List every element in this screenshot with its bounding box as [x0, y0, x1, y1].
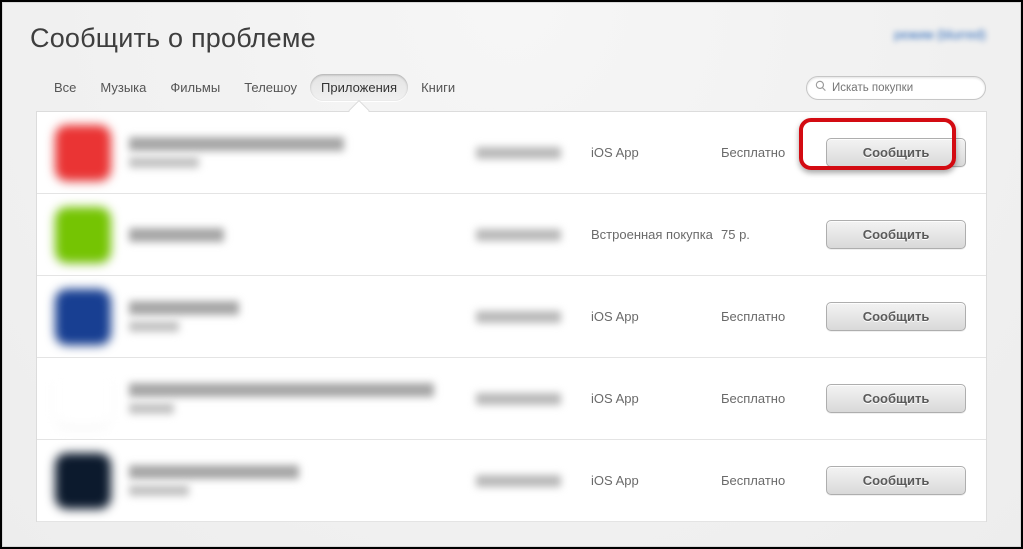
app-meta	[129, 301, 476, 332]
purchase-price: 75 р.	[721, 227, 811, 242]
app-meta	[129, 228, 476, 242]
purchase-price: Бесплатно	[721, 145, 811, 160]
purchase-price: Бесплатно	[721, 473, 811, 488]
app-title	[129, 228, 224, 242]
tab-1[interactable]: Музыка	[89, 74, 157, 101]
app-meta	[129, 137, 476, 168]
report-button[interactable]: Сообщить	[826, 220, 966, 249]
search-input[interactable]	[832, 82, 977, 94]
search-box[interactable]	[806, 76, 986, 100]
report-button[interactable]: Сообщить	[826, 138, 966, 167]
purchase-date	[476, 311, 561, 323]
app-icon	[55, 289, 111, 345]
category-tabs: ВсеМузыкаФильмыТелешоуПриложенияКниги	[43, 74, 468, 101]
table-row: iOS AppБесплатно Сообщить	[37, 112, 986, 194]
app-title	[129, 137, 344, 151]
app-icon	[55, 207, 111, 263]
tab-4[interactable]: Приложения	[310, 74, 408, 101]
app-icon	[55, 371, 111, 427]
app-meta	[129, 465, 476, 496]
report-button[interactable]: Сообщить	[826, 384, 966, 413]
app-meta	[129, 383, 476, 414]
app-title	[129, 301, 239, 315]
purchase-type: iOS App	[591, 145, 721, 160]
tab-2[interactable]: Фильмы	[159, 74, 231, 101]
purchase-price: Бесплатно	[721, 391, 811, 406]
app-subtitle	[129, 321, 179, 332]
table-row: Встроенная покупка75 р. Сообщить	[37, 194, 986, 276]
tab-3[interactable]: Телешоу	[233, 74, 308, 101]
app-icon	[55, 125, 111, 181]
app-subtitle	[129, 157, 199, 168]
table-row: iOS AppБесплатно Сообщить	[37, 440, 986, 522]
user-id[interactable]: режим (blurred)	[894, 27, 986, 42]
tab-0[interactable]: Все	[43, 74, 87, 101]
report-button[interactable]: Сообщить	[826, 302, 966, 331]
purchase-date	[476, 393, 561, 405]
purchase-type: Встроенная покупка	[591, 227, 721, 242]
table-row: iOS AppБесплатно Сообщить	[37, 276, 986, 358]
app-title	[129, 383, 434, 397]
app-subtitle	[129, 403, 174, 414]
purchase-date	[476, 229, 561, 241]
app-icon	[55, 453, 111, 509]
table-row: iOS AppБесплатно Сообщить	[37, 358, 986, 440]
purchase-type: iOS App	[591, 309, 721, 324]
tab-5[interactable]: Книги	[410, 74, 466, 101]
purchase-type: iOS App	[591, 473, 721, 488]
app-title	[129, 465, 299, 479]
page-title: Сообщить о проблеме	[30, 23, 316, 54]
purchase-type: iOS App	[591, 391, 721, 406]
purchase-list: iOS AppБесплатноСообщитьВстроенная покуп…	[36, 111, 987, 522]
search-icon	[815, 79, 827, 97]
purchase-date	[476, 147, 561, 159]
purchase-price: Бесплатно	[721, 309, 811, 324]
purchase-date	[476, 475, 561, 487]
report-button[interactable]: Сообщить	[826, 466, 966, 495]
app-subtitle	[129, 485, 189, 496]
